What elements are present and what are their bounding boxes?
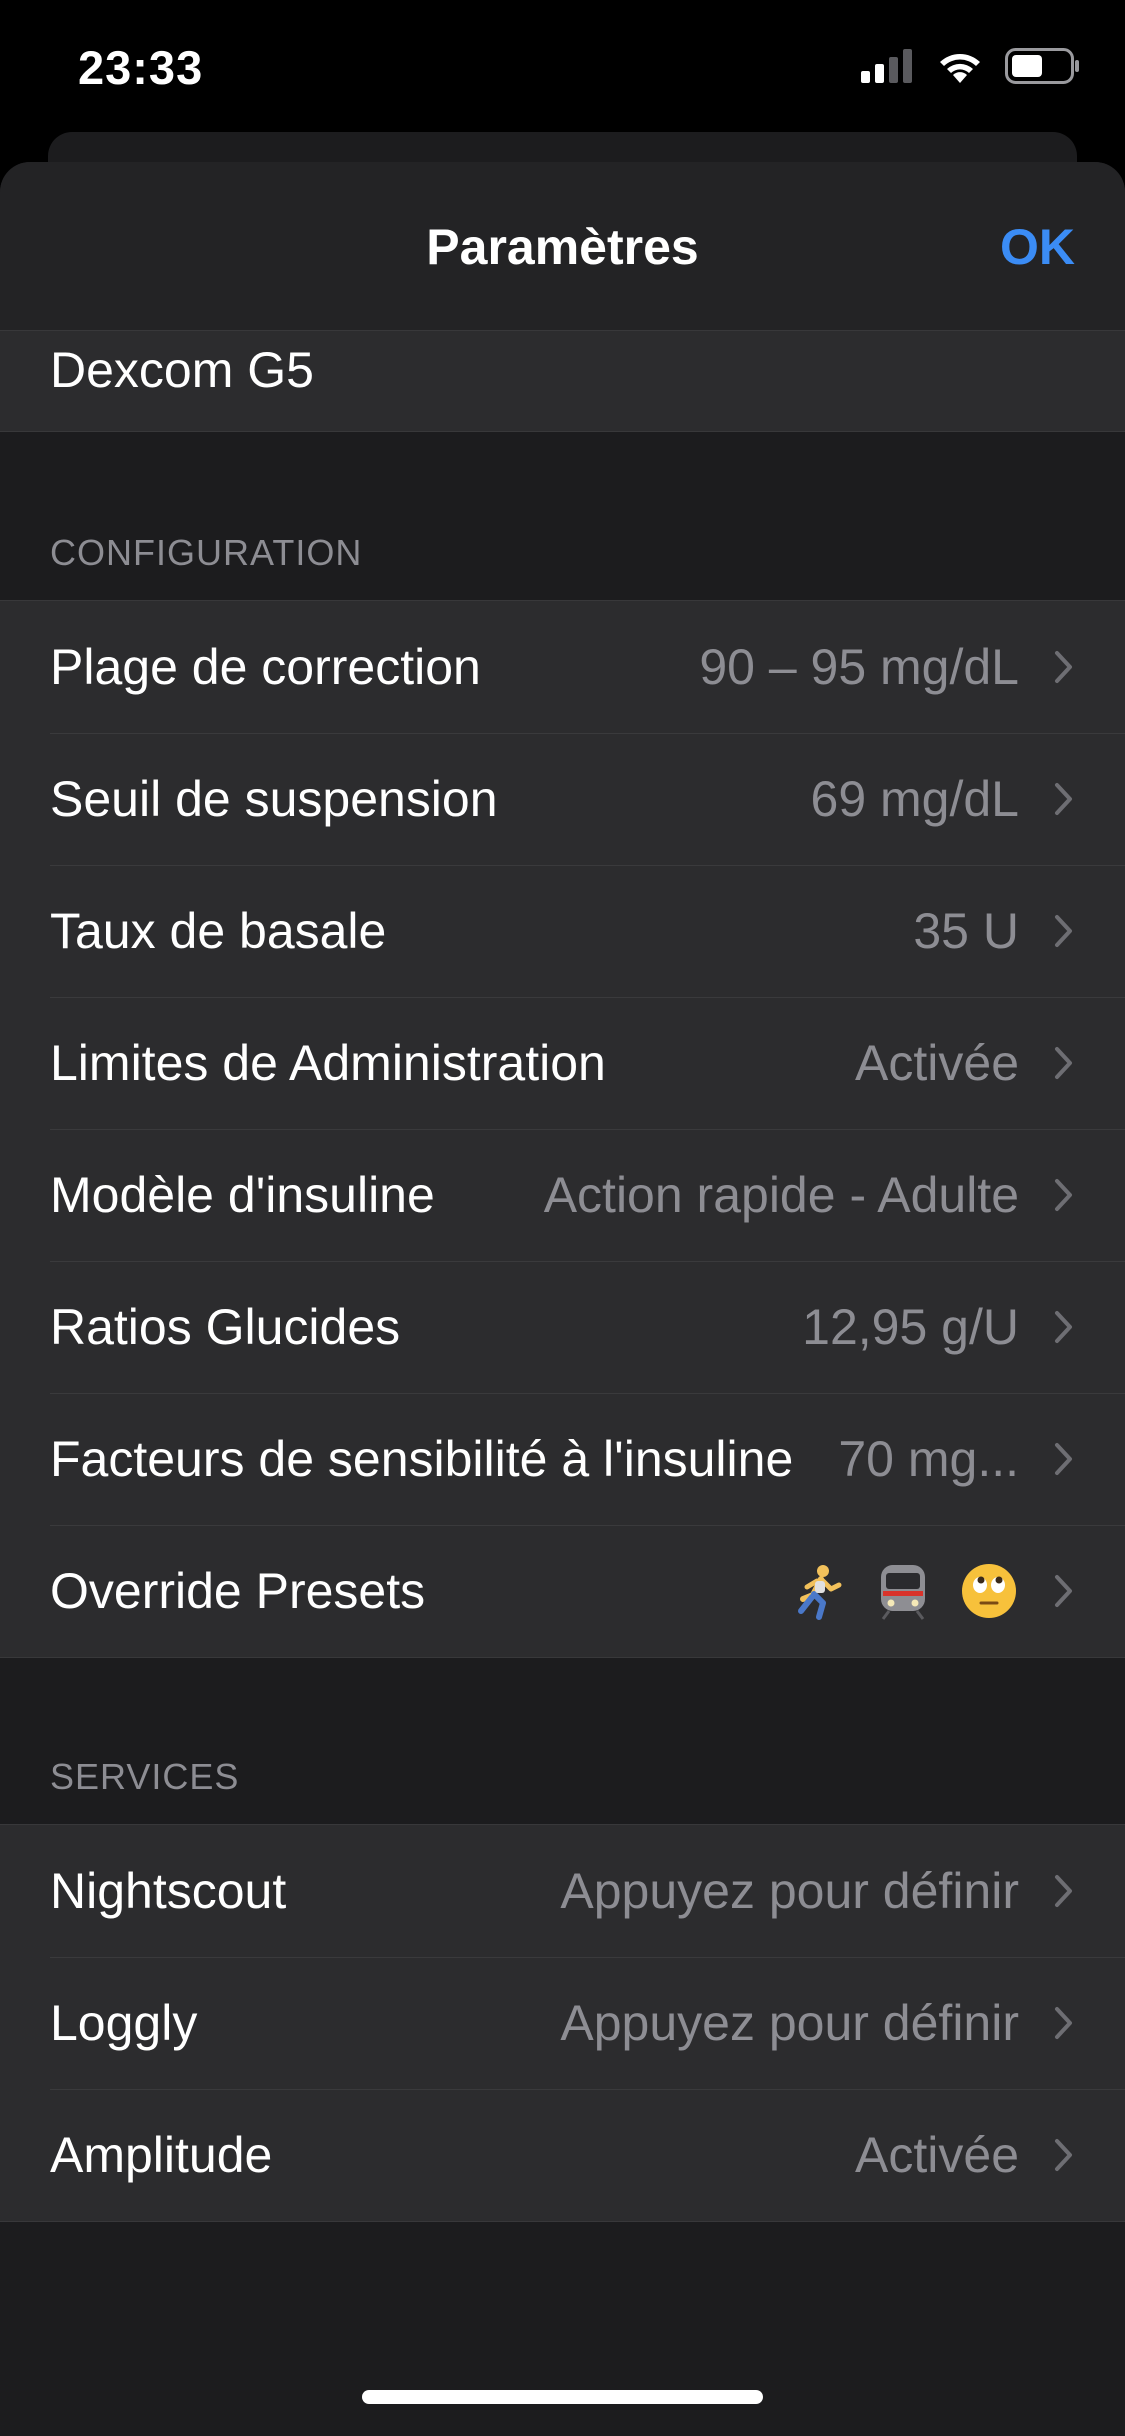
- wifi-icon: [937, 49, 983, 88]
- row-basal-rates[interactable]: Taux de basale 35 U: [0, 865, 1125, 997]
- row-override-presets[interactable]: Override Presets: [0, 1525, 1125, 1657]
- cellular-signal-icon: [861, 48, 915, 88]
- row-value: Activée: [855, 2127, 1019, 2183]
- row-value: Activée: [855, 1035, 1019, 1091]
- row-label: Nightscout: [50, 1863, 287, 1919]
- row-value: 69 mg/dL: [810, 771, 1019, 827]
- train-emoji-icon: [881, 1565, 925, 1620]
- services-group: Nightscout Appuyez pour définir Loggly A…: [0, 1824, 1125, 2222]
- row-nightscout[interactable]: Nightscout Appuyez pour définir: [0, 1825, 1125, 1957]
- chevron-right-icon: [1055, 651, 1072, 683]
- row-label: Limites de Administration: [50, 1035, 606, 1091]
- row-loggly[interactable]: Loggly Appuyez pour définir: [0, 1957, 1125, 2089]
- status-bar: 23:33: [0, 0, 1125, 140]
- settings-sheet: Paramètres OK Dexcom G5 CONFIGURATION Pl…: [0, 162, 1125, 2436]
- row-label: Ratios Glucides: [50, 1299, 401, 1355]
- row-label: Modèle d'insuline: [50, 1167, 435, 1223]
- row-label: Taux de basale: [50, 903, 387, 959]
- chevron-right-icon: [1055, 1875, 1072, 1907]
- ok-button[interactable]: OK: [1000, 218, 1075, 276]
- status-icons: [861, 47, 1081, 89]
- row-insulin-sensitivities[interactable]: Facteurs de sensibilité à l'insuline 70 …: [0, 1393, 1125, 1525]
- chevron-right-icon: [1055, 2139, 1072, 2171]
- row-value: Appuyez pour définir: [560, 1995, 1019, 2051]
- row-value: 70 mg...: [838, 1431, 1019, 1487]
- row-value: Action rapide - Adulte: [543, 1167, 1019, 1223]
- row-amplitude[interactable]: Amplitude Activée: [0, 2089, 1125, 2221]
- row-value: 35 U: [913, 903, 1019, 959]
- override-preset-emojis: [787, 1561, 1019, 1621]
- row-correction-range[interactable]: Plage de correction 90 – 95 mg/dL: [0, 601, 1125, 733]
- chevron-right-icon: [1055, 1443, 1072, 1475]
- configuration-group: Plage de correction 90 – 95 mg/dL Seuil …: [0, 600, 1125, 1658]
- chevron-right-icon: [1055, 1179, 1072, 1211]
- row-label: Seuil de suspension: [50, 771, 498, 827]
- cgm-device-row[interactable]: Dexcom G5: [0, 331, 1125, 432]
- row-value: 90 – 95 mg/dL: [699, 639, 1019, 695]
- row-value: 12,95 g/U: [802, 1299, 1019, 1355]
- section-header-services: SERVICES: [50, 1756, 240, 1797]
- row-delivery-limits[interactable]: Limites de Administration Activée: [0, 997, 1125, 1129]
- navigation-bar: Paramètres OK: [0, 162, 1125, 331]
- section-header-configuration: CONFIGURATION: [50, 532, 363, 573]
- running-person-emoji-icon: [798, 1565, 842, 1620]
- row-label: Facteurs de sensibilité à l'insuline: [50, 1431, 794, 1487]
- row-suspend-threshold[interactable]: Seuil de suspension 69 mg/dL: [0, 733, 1125, 865]
- row-carb-ratios[interactable]: Ratios Glucides 12,95 g/U: [0, 1261, 1125, 1393]
- cgm-device-label: Dexcom G5: [50, 342, 314, 398]
- row-label: Loggly: [50, 1995, 198, 2051]
- battery-icon: [1005, 47, 1081, 89]
- eye-roll-face-emoji-icon: [962, 1564, 1016, 1618]
- chevron-right-icon: [1055, 783, 1072, 815]
- chevron-right-icon: [1055, 915, 1072, 947]
- settings-screen: 23:33 Paramètres OK Dexcom G5 CONFIGURAT…: [0, 0, 1125, 2436]
- row-label: Override Presets: [50, 1563, 426, 1619]
- chevron-right-icon: [1055, 1311, 1072, 1343]
- chevron-right-icon: [1055, 1047, 1072, 1079]
- chevron-right-icon: [1055, 1575, 1072, 1607]
- row-label: Amplitude: [50, 2127, 273, 2183]
- row-value: Appuyez pour définir: [560, 1863, 1019, 1919]
- page-title: Paramètres: [426, 219, 699, 275]
- chevron-right-icon: [1055, 2007, 1072, 2039]
- row-insulin-model[interactable]: Modèle d'insuline Action rapide - Adulte: [0, 1129, 1125, 1261]
- row-label: Plage de correction: [50, 639, 481, 695]
- home-indicator[interactable]: [362, 2390, 763, 2404]
- status-time: 23:33: [78, 41, 204, 94]
